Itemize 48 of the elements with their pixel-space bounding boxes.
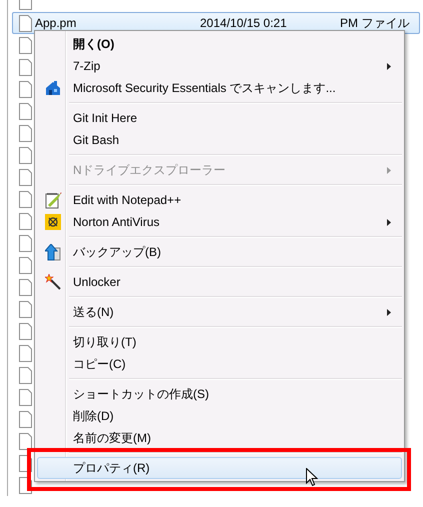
- file-icon: [19, 14, 32, 32]
- menu-item[interactable]: 7-Zip: [37, 55, 402, 77]
- file-icon: [19, 102, 32, 120]
- file-icon: [19, 278, 32, 296]
- menu-item[interactable]: 削除(D): [37, 405, 402, 427]
- house-icon: [45, 80, 61, 96]
- file-icon: [19, 388, 32, 406]
- menu-item[interactable]: 名前の変更(M): [37, 427, 402, 449]
- submenu-arrow-icon: [387, 218, 391, 226]
- menu-item[interactable]: Norton AntiVirus: [37, 211, 402, 233]
- submenu-arrow-icon: [387, 62, 391, 70]
- menu-item[interactable]: 送る(N): [37, 301, 402, 323]
- file-icon: [19, 146, 32, 164]
- file-icon: [19, 234, 32, 252]
- submenu-arrow-icon: [387, 166, 391, 174]
- submenu-arrow-icon: [387, 308, 391, 316]
- file-icon: [19, 190, 32, 208]
- file-icon: [19, 36, 32, 54]
- menu-item[interactable]: プロパティ(R): [37, 457, 402, 479]
- menu-item[interactable]: Unlocker: [37, 271, 402, 293]
- menu-item[interactable]: コピー(C): [37, 353, 402, 375]
- menu-item[interactable]: Microsoft Security Essentials でスキャンします...: [37, 77, 402, 99]
- file-icon: [19, 256, 32, 274]
- norton-icon: [45, 214, 61, 230]
- file-icon: [19, 58, 32, 76]
- menu-item[interactable]: Edit with Notepad++: [37, 189, 402, 211]
- file-type: PM ファイル: [340, 16, 410, 30]
- file-icon: [19, 322, 32, 340]
- file-icon: [19, 212, 32, 230]
- file-icon: [19, 300, 32, 318]
- file-icon: [19, 366, 32, 384]
- notepad-icon: [44, 192, 62, 208]
- file-date: 2014/10/15 0:21: [200, 16, 287, 30]
- menu-item[interactable]: 開く(O): [37, 33, 402, 55]
- menu-item[interactable]: バックアップ(B): [37, 241, 402, 263]
- menu-item[interactable]: ショートカットの作成(S): [37, 383, 402, 405]
- file-icon: [19, 432, 32, 450]
- magic-wand-icon: [45, 274, 61, 290]
- menu-item[interactable]: 切り取り(T): [37, 331, 402, 353]
- up-arrow-icon: [45, 244, 61, 260]
- file-icon: [19, 410, 32, 428]
- file-icon: [19, 168, 32, 186]
- file-icon: [19, 124, 32, 142]
- file-name: App.pm: [35, 16, 76, 30]
- file-icon: [19, 344, 32, 362]
- menu-item[interactable]: Git Bash: [37, 129, 402, 151]
- menu-item[interactable]: Git Init Here: [37, 107, 402, 129]
- file-icon: [19, 80, 32, 98]
